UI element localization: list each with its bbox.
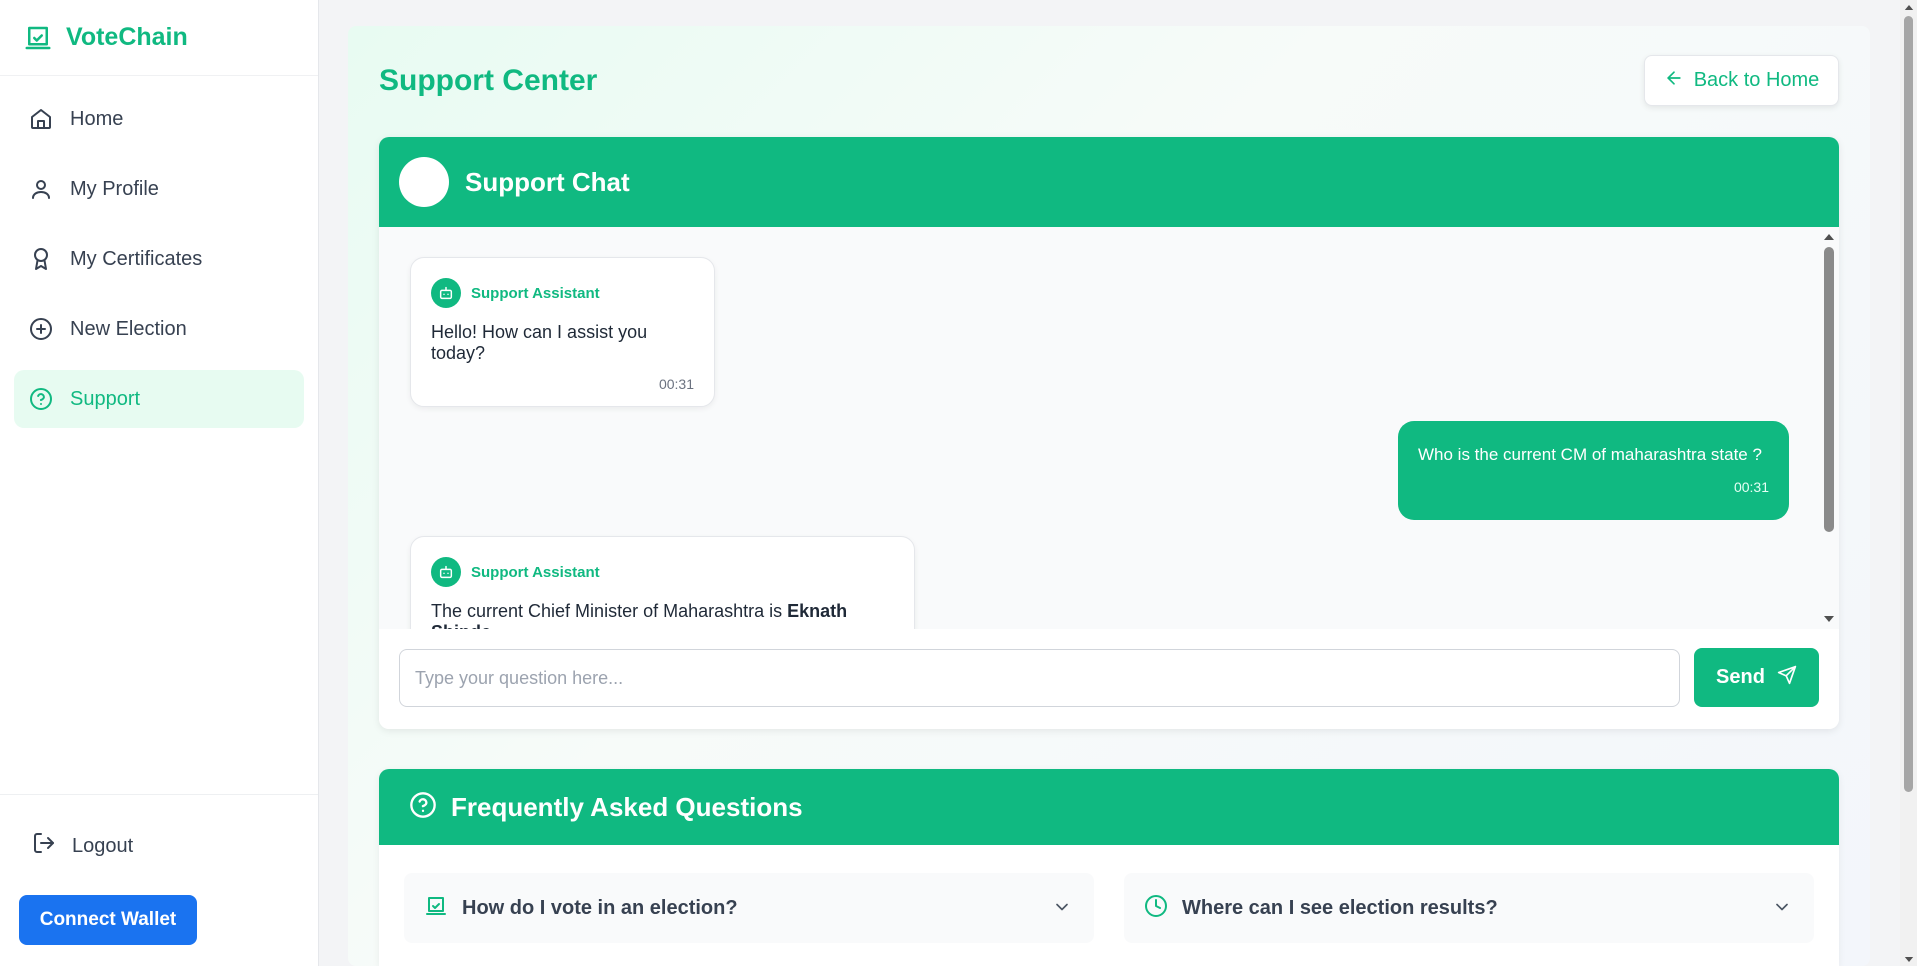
- faq-question: How do I vote in an election?: [462, 896, 738, 919]
- message-sender: Support Assistant: [431, 278, 694, 308]
- chat-title: Support Chat: [465, 166, 630, 197]
- scroll-thumb[interactable]: [1824, 247, 1834, 532]
- faq-section: Frequently Asked Questions How do I vote…: [379, 769, 1839, 966]
- scroll-down-arrow-icon[interactable]: [1821, 613, 1837, 625]
- sender-name: Support Assistant: [471, 563, 600, 581]
- send-icon: [1777, 665, 1797, 691]
- user-message: Who is the current CM of maharashtra sta…: [1398, 421, 1789, 520]
- clock-icon: [1144, 894, 1168, 923]
- sidebar-item-support[interactable]: Support: [14, 370, 304, 428]
- page-title: Support Center: [379, 64, 598, 97]
- sidebar-item-home[interactable]: Home: [14, 90, 304, 148]
- scroll-down-arrow-icon[interactable]: [1900, 952, 1917, 966]
- message-text-part: .: [491, 622, 496, 629]
- faq-question: Where can I see election results?: [1182, 896, 1498, 919]
- message-text: Hello! How can I assist you today?: [431, 322, 648, 363]
- main-panel: Support Center Back to Home Support Chat…: [348, 26, 1870, 966]
- sidebar-item-label: My Certificates: [70, 247, 203, 270]
- message-list[interactable]: Support Assistant Hello! How can I assis…: [379, 227, 1839, 629]
- faq-header: Frequently Asked Questions: [379, 769, 1839, 845]
- brand[interactable]: VoteChain: [0, 0, 318, 76]
- user-icon: [28, 176, 54, 202]
- arrow-left-icon: [1664, 68, 1684, 94]
- avatar: [399, 157, 449, 207]
- home-icon: [28, 106, 54, 132]
- faq-item[interactable]: How do I vote in an election?: [404, 873, 1094, 943]
- logout-label: Logout: [72, 834, 134, 857]
- message-text-part: The current Chief Minister of Maharashtr…: [431, 601, 788, 621]
- scroll-thumb[interactable]: [1904, 16, 1913, 792]
- page-scrollbar[interactable]: [1900, 0, 1917, 966]
- chevron-down-icon: [1052, 897, 1072, 922]
- message-text: Who is the current CM of maharashtra sta…: [1418, 445, 1762, 464]
- bot-message: Support Assistant The current Chief Mini…: [410, 536, 915, 629]
- scroll-up-arrow-icon[interactable]: [1900, 0, 1917, 14]
- sidebar-item-my-certificates[interactable]: My Certificates: [14, 230, 304, 288]
- brand-name: VoteChain: [66, 23, 188, 51]
- chat-input-row: Send: [379, 629, 1839, 729]
- faq-item[interactable]: Where can I see election results?: [1124, 873, 1814, 943]
- sidebar-item-label: My Profile: [70, 177, 159, 200]
- plus-circle-icon: [28, 316, 54, 342]
- support-chat: Support Chat Support Assistant Hello! Ho…: [379, 137, 1839, 729]
- scroll-up-arrow-icon[interactable]: [1821, 231, 1837, 243]
- bot-icon: [431, 557, 461, 587]
- sidebar-item-my-profile[interactable]: My Profile: [14, 160, 304, 218]
- back-to-home-label: Back to Home: [1693, 69, 1820, 91]
- sender-name: Support Assistant: [471, 284, 600, 302]
- chat-header: Support Chat: [379, 137, 1839, 227]
- chat-scrollbar[interactable]: [1821, 231, 1837, 625]
- connect-wallet-button[interactable]: Connect Wallet: [19, 895, 197, 945]
- help-circle-icon: [28, 386, 54, 412]
- question-input[interactable]: [399, 649, 1680, 707]
- award-icon: [28, 246, 54, 272]
- help-circle-icon: [409, 791, 437, 824]
- logout-button[interactable]: Logout: [32, 831, 133, 861]
- message-time: 00:31: [658, 376, 694, 392]
- send-button[interactable]: Send: [1694, 648, 1819, 707]
- sidebar-item-label: Support: [70, 387, 141, 410]
- ballot-box-icon: [424, 894, 448, 923]
- bot-message: Support Assistant Hello! How can I assis…: [410, 257, 715, 407]
- ballot-box-icon: [22, 22, 54, 54]
- send-label: Send: [1716, 666, 1765, 688]
- sidebar-item-label: Home: [70, 107, 124, 130]
- back-to-home-button[interactable]: Back to Home: [1644, 55, 1839, 106]
- sidebar: VoteChain Home My Profile My Certificate…: [0, 0, 319, 966]
- sidebar-nav: Home My Profile My Certificates New Elec…: [0, 76, 318, 454]
- faq-title: Frequently Asked Questions: [451, 791, 803, 822]
- sidebar-footer: Logout Connect Wallet: [0, 794, 318, 966]
- chevron-down-icon: [1772, 897, 1792, 922]
- sidebar-item-label: New Election: [70, 317, 187, 340]
- message-text: The current Chief Minister of Maharashtr…: [431, 601, 894, 629]
- message-time: 00:31: [1733, 479, 1769, 495]
- message-sender: Support Assistant: [431, 557, 894, 587]
- bot-icon: [431, 278, 461, 308]
- sidebar-item-new-election[interactable]: New Election: [14, 300, 304, 358]
- logout-icon: [32, 831, 56, 861]
